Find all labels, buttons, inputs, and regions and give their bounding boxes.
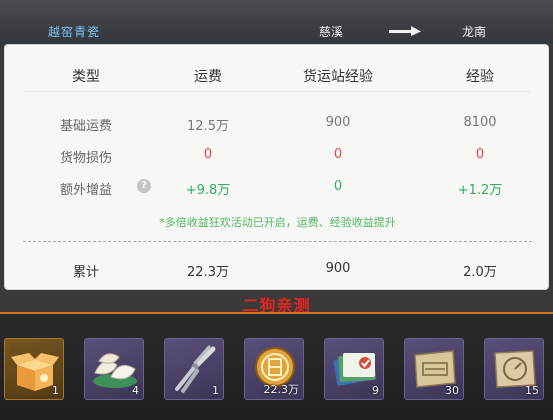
route-arrow-icon bbox=[389, 26, 421, 36]
row-bonus-station-exp: 0 bbox=[333, 179, 343, 194]
reward-tray: 1 4 1 22.3万 9 30 15 bbox=[0, 312, 553, 420]
reward-slot-ticket-scroll[interactable]: 30 bbox=[404, 338, 464, 400]
header-station-exp: 货运站经验 bbox=[303, 69, 373, 85]
row-base-station-exp: 900 bbox=[325, 115, 351, 130]
reward-count: 1 bbox=[52, 384, 59, 397]
total-exp: 2.0万 bbox=[463, 265, 497, 280]
reward-slot-pliers[interactable]: 1 bbox=[164, 338, 224, 400]
earnings-panel: 类型 运费 货运站经验 经验 基础运费 12.5万 900 8100 货物损伤 … bbox=[4, 44, 549, 290]
reward-slot-gold-coin[interactable]: 22.3万 bbox=[244, 338, 304, 400]
row-bonus-exp: +1.2万 bbox=[457, 183, 503, 198]
row-damage-station-exp: 0 bbox=[333, 147, 343, 162]
route-bar: 越窑青瓷 慈溪 龙南 bbox=[0, 0, 553, 44]
reward-count: 22.3万 bbox=[263, 383, 300, 396]
route-destination: 龙南 bbox=[462, 25, 487, 39]
event-note: *多倍收益狂欢活动已开启，运费、经验收益提升 bbox=[159, 216, 396, 229]
header-exp: 经验 bbox=[466, 69, 494, 85]
header-type: 类型 bbox=[72, 69, 100, 85]
cargo-name: 越窑青瓷 bbox=[48, 25, 101, 39]
row-base-exp: 8100 bbox=[463, 115, 497, 130]
route-origin: 慈溪 bbox=[319, 25, 344, 39]
header-divider bbox=[25, 91, 530, 92]
row-bonus-freight: +9.8万 bbox=[185, 183, 231, 198]
reward-count: 30 bbox=[445, 384, 459, 397]
row-base-freight: 12.5万 bbox=[187, 119, 229, 134]
reward-count: 1 bbox=[212, 384, 219, 397]
row-damage-exp: 0 bbox=[475, 147, 485, 162]
reward-slot-cash[interactable]: 9 bbox=[324, 338, 384, 400]
row-damage-freight: 0 bbox=[203, 147, 213, 162]
row-damage-label: 货物损伤 bbox=[59, 151, 112, 166]
row-bonus-label: 额外增益 bbox=[59, 183, 112, 198]
header-freight: 运费 bbox=[194, 69, 222, 85]
reward-count: 15 bbox=[525, 384, 539, 397]
reward-slot-cargo-box[interactable]: 1 bbox=[4, 338, 64, 400]
total-divider bbox=[23, 241, 532, 242]
row-base-label: 基础运费 bbox=[59, 119, 112, 134]
reward-slot-dumplings[interactable]: 4 bbox=[84, 338, 144, 400]
total-station-exp: 900 bbox=[325, 261, 351, 276]
reward-count: 9 bbox=[372, 384, 379, 397]
total-freight: 22.3万 bbox=[187, 265, 229, 280]
total-label: 累计 bbox=[72, 265, 99, 280]
reward-slot-gauge-scroll[interactable]: 15 bbox=[484, 338, 544, 400]
reward-count: 4 bbox=[132, 384, 139, 397]
